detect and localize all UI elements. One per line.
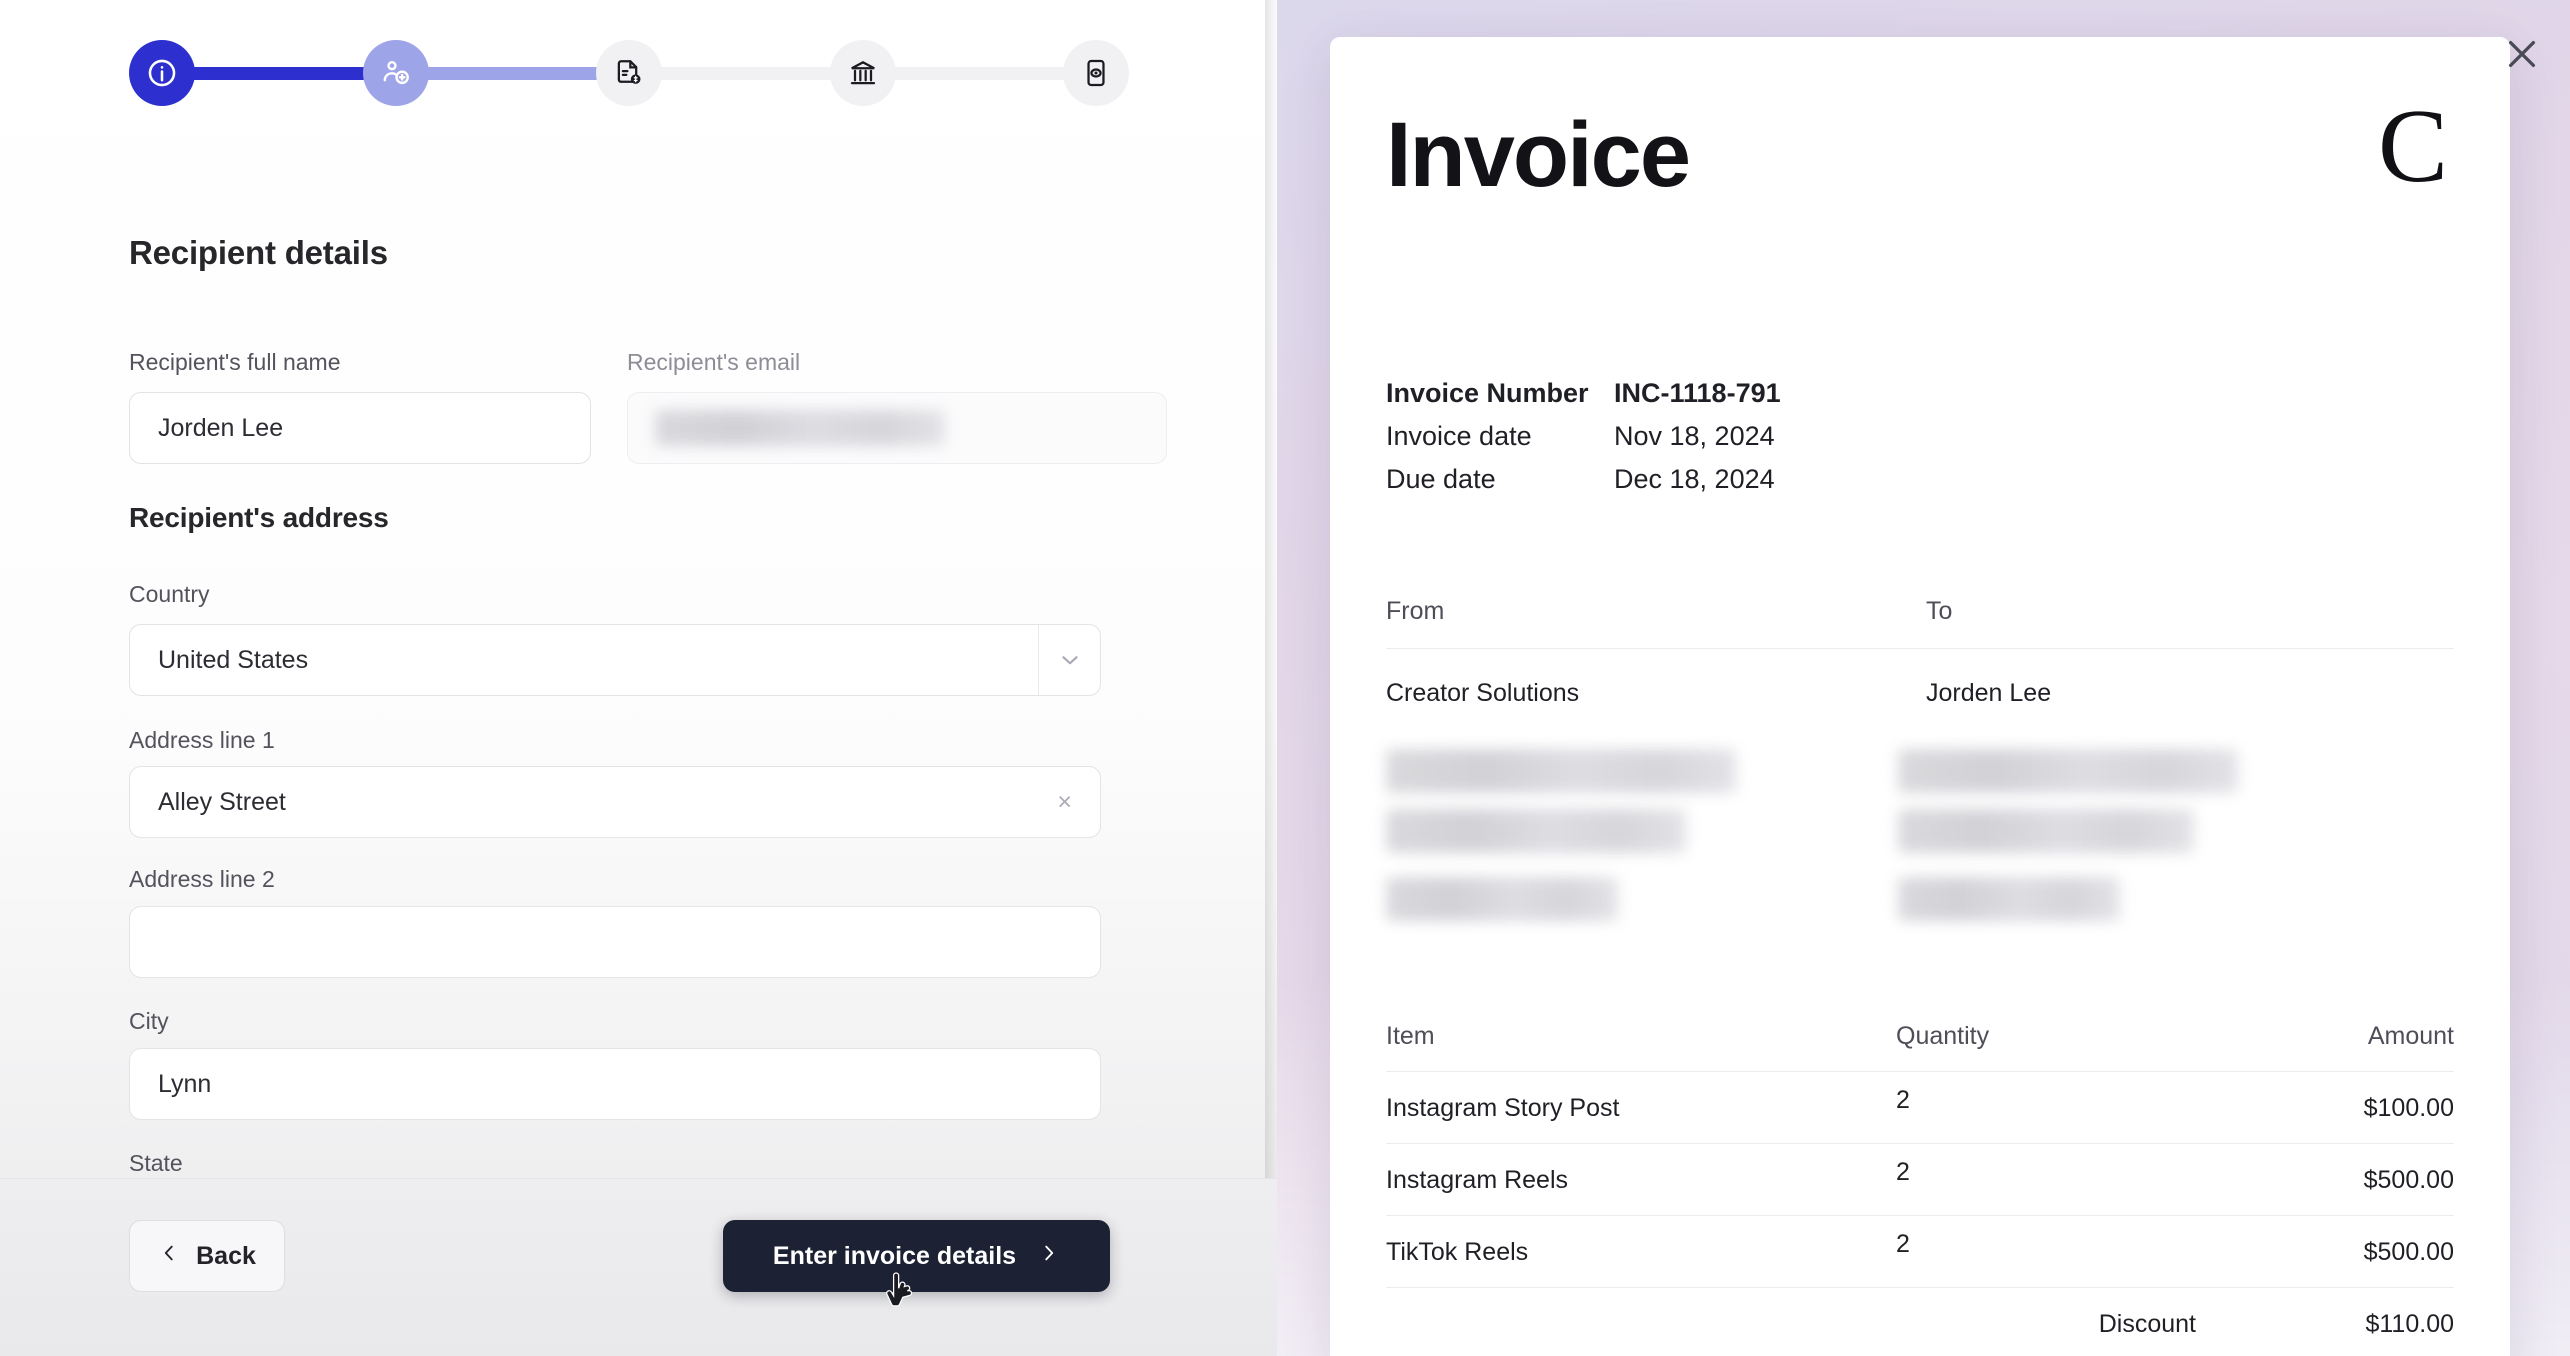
invoice-preview-card: Invoice C Invoice Number INC-1118-791 In… (1330, 37, 2510, 1356)
form-fields-area: Recipient details Recipient's full name … (0, 112, 1277, 1174)
stepper-connector-3 (659, 66, 833, 80)
city-value: Lynn (158, 1069, 212, 1098)
to-label: To (1926, 597, 1953, 625)
step-review[interactable] (1063, 40, 1129, 106)
discount-amount: $110.00 (2365, 1310, 2454, 1338)
country-select[interactable]: United States (129, 624, 1101, 696)
close-icon (2501, 33, 2543, 80)
item-quantity: 2 (1896, 1086, 1910, 1114)
to-address-redaction (1898, 749, 2238, 793)
discount-row: Discount $110.00 (1386, 1288, 2454, 1356)
discount-label: Discount (2098, 1310, 2196, 1338)
step-recipient[interactable] (362, 40, 429, 106)
step-invoice[interactable] (596, 40, 662, 106)
from-address-redaction (1386, 809, 1686, 853)
address1-value: Alley Street (158, 787, 286, 816)
step-bank[interactable] (829, 40, 896, 106)
to-address-redaction (1898, 809, 2194, 853)
info-circle-icon (145, 56, 179, 90)
chevron-left-icon (158, 1242, 180, 1271)
parties-names: Creator Solutions Jorden Lee (1386, 649, 2454, 708)
to-name: Jorden Lee (1926, 679, 2052, 707)
address1-label: Address line 1 (129, 727, 275, 753)
bank-icon (847, 57, 879, 89)
invoice-meta-row: Due date Dec 18, 2024 (1386, 458, 1781, 501)
address2-input[interactable] (129, 906, 1101, 978)
header-amount: Amount (2367, 1022, 2454, 1050)
parties-header: From To (1386, 597, 2454, 649)
to-address-redaction (1898, 877, 2120, 921)
app-screen: Recipient details Recipient's full name … (0, 0, 2570, 1356)
primary-button-label: Enter invoice details (772, 1241, 1017, 1270)
invoice-date-value: Nov 18, 2024 (1614, 421, 1775, 451)
document-dollar-icon (613, 57, 645, 89)
invoice-date-label: Invoice date (1386, 421, 1532, 451)
invoice-meta-row: Invoice date Nov 18, 2024 (1386, 415, 1781, 458)
from-label: From (1386, 597, 1445, 625)
close-button[interactable] (2494, 28, 2550, 84)
clear-icon[interactable]: × (1057, 789, 1072, 815)
address-section-title: Recipient's address (129, 502, 389, 533)
country-value: United States (158, 645, 309, 674)
item-name: Instagram Story Post (1386, 1094, 1620, 1122)
chevron-down-icon[interactable] (1038, 625, 1100, 695)
item-name: Instagram Reels (1386, 1166, 1569, 1194)
invoice-number-value: INC-1118-791 (1614, 378, 1781, 408)
due-date-value: Dec 18, 2024 (1614, 464, 1775, 494)
step-info[interactable] (129, 40, 195, 106)
page-title: Recipient details (129, 234, 388, 271)
state-label: State (129, 1150, 183, 1174)
invoice-number-label: Invoice Number (1386, 378, 1589, 408)
progress-stepper (129, 34, 1129, 112)
item-quantity: 2 (1896, 1158, 1910, 1186)
table-row: Instagram Story Post 2 $100.00 (1386, 1072, 2454, 1144)
invoice-heading: Invoice (1386, 104, 1691, 206)
recipient-form-panel: Recipient details Recipient's full name … (0, 0, 1277, 1356)
email-label: Recipient's email (627, 349, 801, 375)
stepper-connector-1 (192, 66, 366, 80)
city-input[interactable]: Lynn (129, 1048, 1101, 1120)
address1-input[interactable]: Alley Street × (129, 766, 1101, 838)
table-row: TikTok Reels 2 $500.00 (1386, 1216, 2454, 1288)
full-name-label: Recipient's full name (129, 349, 341, 375)
invoice-meta: Invoice Number INC-1118-791 Invoice date… (1386, 372, 1781, 501)
from-name: Creator Solutions (1386, 679, 1580, 707)
header-quantity: Quantity (1896, 1022, 1990, 1050)
back-button[interactable]: Back (129, 1220, 285, 1292)
invoice-items-table: Item Quantity Amount Instagram Story Pos… (1386, 1022, 2454, 1356)
item-amount: $100.00 (2363, 1094, 2454, 1122)
header-item: Item (1386, 1022, 1435, 1050)
full-name-input[interactable]: Jorden Lee (129, 392, 591, 464)
email-redaction (655, 410, 945, 446)
items-table-header: Item Quantity Amount (1386, 1022, 2454, 1072)
stepper-connector-2 (425, 66, 599, 80)
user-recipient-icon (380, 57, 412, 89)
city-label: City (129, 1008, 169, 1034)
item-name: TikTok Reels (1386, 1238, 1529, 1266)
stepper-connector-4 (892, 66, 1066, 80)
country-label: Country (129, 581, 210, 607)
enter-invoice-details-button[interactable]: Enter invoice details (723, 1220, 1110, 1292)
invoice-meta-row: Invoice Number INC-1118-791 (1386, 372, 1781, 415)
form-footer: Back Enter invoice details (0, 1178, 1277, 1356)
item-amount: $500.00 (2363, 1166, 2454, 1194)
address2-label: Address line 2 (129, 866, 275, 892)
brand-logo: C (2377, 87, 2448, 204)
chevron-right-icon (1038, 1242, 1060, 1271)
from-address-redaction (1386, 749, 1736, 793)
item-amount: $500.00 (2363, 1238, 2454, 1266)
invoice-parties: From To Creator Solutions Jorden Lee (1386, 597, 2454, 708)
review-eye-icon (1080, 57, 1112, 89)
item-quantity: 2 (1896, 1230, 1910, 1258)
table-row: Instagram Reels 2 $500.00 (1386, 1144, 2454, 1216)
from-address-redaction (1386, 877, 1618, 921)
due-date-label: Due date (1386, 464, 1496, 494)
full-name-value: Jorden Lee (158, 413, 284, 442)
back-button-label: Back (196, 1241, 256, 1270)
